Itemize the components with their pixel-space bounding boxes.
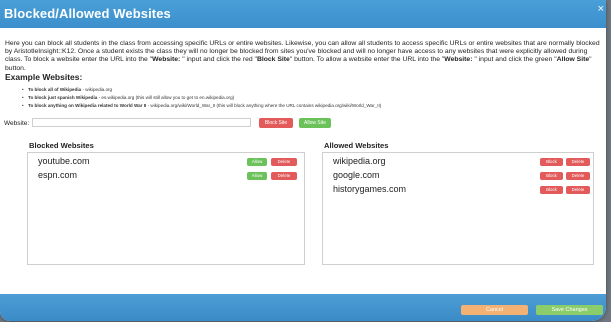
delete-button[interactable]: Delete <box>566 186 590 194</box>
example-item-rest: - es.wikipedia.org (this will still allo… <box>97 95 235 100</box>
blocked-site-name: espn.com <box>38 170 78 180</box>
examples-list: To block all of Wikipedia - wikipedia.or… <box>22 86 382 110</box>
intro-p2: " input and click the red " <box>180 56 257 64</box>
intro-website-bold-2: Website: <box>444 56 473 64</box>
cancel-button[interactable]: Cancel <box>461 305 528 315</box>
block-button[interactable]: Block <box>540 158 563 166</box>
example-item-bold: To block all of Wikipedia <box>28 87 82 92</box>
example-item-rest: - wikipedia.org <box>81 87 113 92</box>
blocked-site-name: youtube.com <box>38 156 90 166</box>
intro-p4: " input and click the green " <box>472 56 557 64</box>
close-icon[interactable]: × <box>598 3 604 15</box>
website-label: Website: <box>4 120 30 127</box>
example-item: To block all of Wikipedia - wikipedia.or… <box>22 86 381 94</box>
save-changes-button[interactable]: Save Changes <box>536 305 603 315</box>
allowed-site-name: google.com <box>333 170 380 180</box>
block-site-button[interactable]: Block Site <box>259 118 293 128</box>
block-button[interactable]: Block <box>540 186 563 194</box>
example-item-bold: To block anything on Wikipedia related t… <box>28 103 147 108</box>
example-item-rest: - wikipedia.org/wiki/World_War_II (this … <box>146 103 382 108</box>
example-item: To block anything on Wikipedia related t… <box>22 102 382 110</box>
example-item: To block just spanish Wikipedia - es.wik… <box>22 94 381 102</box>
allow-button[interactable]: Allow <box>247 158 267 166</box>
allowed-site-name: historygames.com <box>333 184 407 194</box>
allowed-websites-list: wikipedia.org Block Delete google.com Bl… <box>322 152 594 265</box>
delete-button[interactable]: Delete <box>271 158 297 166</box>
allowed-site-name: wikipedia.org <box>333 156 386 166</box>
dialog-title: Blocked/Allowed Websites <box>4 6 171 21</box>
intro-block-site-bold: Block Site <box>256 56 290 64</box>
delete-button[interactable]: Delete <box>271 172 297 180</box>
delete-button[interactable]: Delete <box>566 172 590 180</box>
intro-text: Here you can block all students in the c… <box>5 40 603 73</box>
examples-title: Example Websites: <box>5 72 83 82</box>
website-input[interactable] <box>32 118 251 127</box>
intro-allow-site-bold: Allow Site <box>556 56 590 64</box>
dialog-titlebar: Blocked/Allowed Websites × <box>0 0 606 28</box>
dialog: Blocked/Allowed Websites × Here you can … <box>0 0 606 321</box>
delete-button[interactable]: Delete <box>566 158 590 166</box>
block-button[interactable]: Block <box>540 172 563 180</box>
blocked-websites-heading: Blocked Websites <box>29 141 94 150</box>
example-item-bold: To block just spanish Wikipedia <box>28 95 98 100</box>
intro-website-bold-1: Website: <box>152 56 181 64</box>
allow-site-button[interactable]: Allow Site <box>299 118 331 128</box>
allow-button[interactable]: Allow <box>247 172 267 180</box>
intro-p3: " button. To allow a website enter the U… <box>289 56 445 64</box>
allowed-websites-heading: Allowed Websites <box>324 141 389 150</box>
blocked-websites-list: youtube.com Allow Delete espn.com Allow … <box>27 152 305 265</box>
